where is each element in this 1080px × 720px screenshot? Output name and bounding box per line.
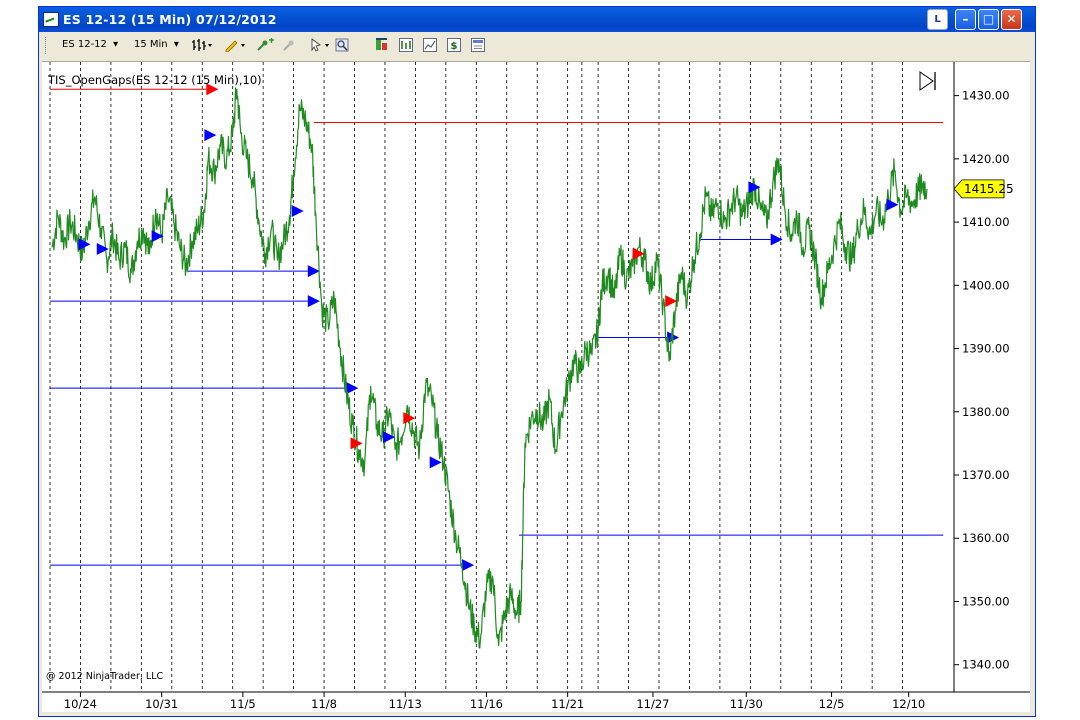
x-tick-label: 11/8 (311, 697, 337, 711)
x-tick-label: 11/27 (636, 697, 669, 711)
dollar-icon[interactable]: $ (447, 38, 461, 52)
add-indicator-icon[interactable] (256, 38, 274, 52)
current-price-marker: 1415.25 (953, 179, 1014, 199)
strategy-icon[interactable] (282, 38, 296, 52)
x-tick-label: 11/5 (230, 697, 256, 711)
gap-arrow (307, 295, 320, 308)
price-axis[interactable]: 1430.00 1420.00 1410.00 1400.00 1390.00 1380.… (954, 89, 1010, 672)
y-tick-label: 1400.00 (962, 278, 1010, 292)
instrument-label: ES 12-12 (62, 39, 107, 50)
time-axis[interactable]: 10/24 10/31 11/5 11/8 11/13 11/16 11/21 11/27 11… (64, 692, 925, 711)
close-button[interactable]: ✕ (1001, 9, 1022, 30)
y-tick-label: 1430.00 (962, 89, 1010, 103)
link-button[interactable]: L (927, 9, 948, 30)
y-tick-label: 1410.00 (962, 215, 1010, 229)
x-tick-label: 12/10 (892, 697, 925, 711)
chevron-down-icon: ▾ (113, 39, 119, 50)
gap-arrow (462, 559, 475, 572)
title-bar[interactable]: ES 12-12 (15 Min) 07/12/2012 L – □ ✕ (39, 7, 1035, 32)
interval-label: 15 Min (134, 39, 168, 50)
current-price-label: 1415.25 (964, 182, 1014, 196)
toolbar-grip[interactable] (45, 37, 48, 54)
y-tick-label: 1350.00 (962, 594, 1010, 608)
chart-panel[interactable]: 1430.00 1420.00 1410.00 1400.00 1390.00 1380.… (42, 61, 1030, 712)
x-tick-label: 10/31 (145, 697, 178, 711)
ninjatrader-chart-icon[interactable] (43, 12, 59, 27)
indicator-label: TIS_OpenGaps(ES 12-12 (15 Min),10) (47, 73, 262, 87)
y-tick-label: 1370.00 (962, 468, 1010, 482)
data-box-icon[interactable] (375, 38, 389, 52)
zoom-icon[interactable] (335, 38, 349, 52)
price-chart[interactable]: 1430.00 1420.00 1410.00 1400.00 1390.00 1380.… (42, 62, 1030, 712)
gap-arrow (307, 265, 320, 278)
gap-marker-triangle (665, 295, 678, 308)
cursor-icon[interactable] (310, 38, 329, 52)
minimize-button[interactable]: – (955, 9, 976, 30)
chart-toolbar: ES 12-12 ▾ 15 Min ▾ $ (42, 33, 1030, 59)
chart-window: ES 12-12 (15 Min) 07/12/2012 L – □ ✕ ES … (38, 6, 1036, 717)
x-tick-label: 10/24 (64, 697, 97, 711)
scroll-to-end-button[interactable] (919, 71, 936, 91)
interval-selector[interactable]: 15 Min ▾ (134, 39, 179, 50)
gap-marker-triangle (96, 242, 109, 255)
bar-type-icon[interactable] (192, 38, 212, 52)
window-title: ES 12-12 (15 Min) 07/12/2012 (63, 12, 277, 27)
x-tick-label: 11/13 (389, 697, 422, 711)
gap-marker-triangle (291, 205, 304, 218)
gap-marker-triangle (886, 198, 899, 211)
chart-style-icon[interactable] (423, 38, 437, 52)
y-tick-label: 1390.00 (962, 342, 1010, 356)
drawing-pencil-icon[interactable] (224, 38, 245, 52)
chart-trader-icon[interactable] (399, 38, 413, 52)
chevron-down-icon: ▾ (173, 39, 179, 50)
y-tick-label: 1340.00 (962, 658, 1010, 672)
x-tick-label: 12/5 (819, 697, 845, 711)
gap-marker-triangle (383, 431, 396, 444)
y-tick-label: 1360.00 (962, 531, 1010, 545)
gap-marker-triangle (204, 129, 217, 142)
copyright-label: @ 2012 NinjaTrader, LLC (46, 671, 163, 682)
svg-text:$: $ (451, 41, 458, 52)
session-separators (49, 62, 903, 692)
maximize-button[interactable]: □ (978, 9, 999, 30)
instrument-selector[interactable]: ES 12-12 ▾ (62, 39, 118, 50)
properties-icon[interactable] (471, 38, 485, 52)
x-tick-label: 11/21 (551, 697, 584, 711)
open-gap-lines (50, 83, 944, 572)
x-tick-label: 11/16 (470, 697, 503, 711)
y-tick-label: 1420.00 (962, 152, 1010, 166)
x-tick-label: 11/30 (730, 697, 763, 711)
y-tick-label: 1380.00 (962, 405, 1010, 419)
price-series-line (51, 87, 928, 649)
